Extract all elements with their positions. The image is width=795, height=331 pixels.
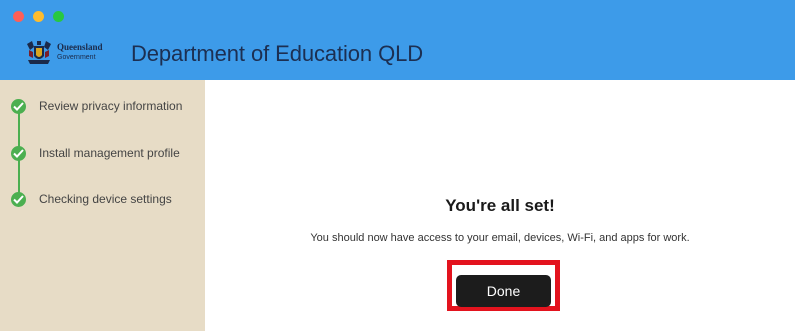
window-close-button[interactable] [13, 11, 24, 22]
app-title: Department of Education QLD [131, 41, 424, 66]
window-minimize-button[interactable] [33, 11, 44, 22]
check-circle-icon [11, 99, 26, 114]
check-circle-icon [11, 192, 26, 207]
window-maximize-button[interactable] [53, 11, 64, 22]
app-header: Queensland Government Department of Educ… [0, 0, 795, 80]
logo-text-line2: Government [57, 54, 96, 61]
progress-step-install-profile: Install management profile [11, 145, 189, 161]
check-circle-icon [11, 146, 26, 161]
main-content: You're all set! You should now have acce… [205, 80, 795, 331]
queensland-crest-icon [27, 41, 51, 64]
app-window: Queensland Government Department of Educ… [0, 0, 795, 331]
logo-text: Queensland Government [57, 42, 103, 62]
progress-step-label: Checking device settings [39, 192, 172, 206]
completion-message: You should now have access to your email… [310, 232, 690, 244]
logo-text-line1: Queensland [57, 42, 103, 52]
progress-step-label: Install management profile [39, 146, 180, 160]
completion-title: You're all set! [445, 196, 555, 215]
progress-step-review-privacy: Review privacy information [11, 98, 189, 114]
queensland-government-logo: Queensland Government [24, 37, 103, 67]
progress-sidebar: Review privacy information Install manag… [0, 80, 205, 331]
progress-step-checking-settings: Checking device settings [11, 191, 189, 207]
progress-step-label: Review privacy information [39, 99, 183, 113]
done-button[interactable]: Done [456, 275, 551, 307]
